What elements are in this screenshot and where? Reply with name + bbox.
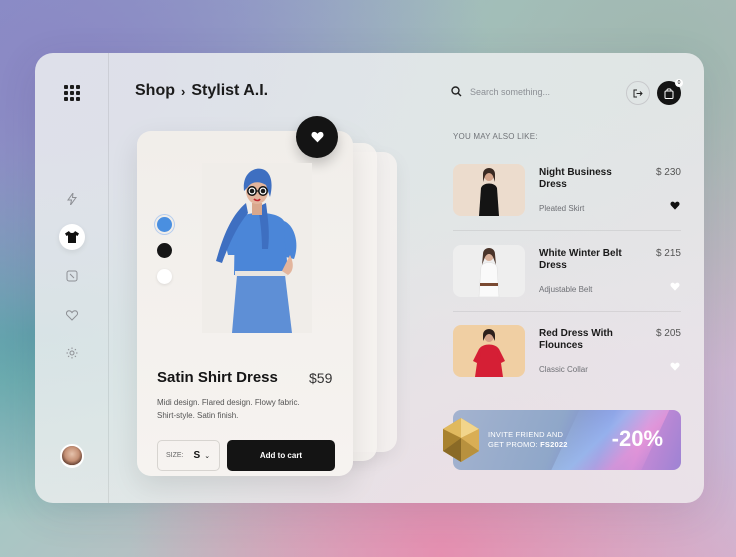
- suggestion-image: [453, 325, 525, 377]
- suggestion-item[interactable]: Red Dress With Flounces $ 205 Classic Co…: [453, 325, 681, 395]
- promo-banner[interactable]: INVITE FRIEND AND GET PROMO: FS2022 -20%: [453, 410, 681, 470]
- product-image: [202, 163, 312, 333]
- breadcrumb-separator: ›: [181, 83, 186, 99]
- avatar[interactable]: [60, 444, 84, 468]
- suggestion-price: $ 205: [655, 328, 681, 339]
- tag-icon[interactable]: [59, 263, 85, 289]
- size-select[interactable]: SIZE: S ⌄: [157, 440, 220, 471]
- suggestion-price: $ 215: [655, 248, 681, 259]
- heart-icon[interactable]: [59, 302, 85, 328]
- gear-icon[interactable]: [59, 340, 85, 366]
- product-description: Midi design. Flared design. Flowy fabric…: [157, 398, 300, 420]
- breadcrumb: Shop › Stylist A.I.: [135, 82, 268, 100]
- promo-line-2: GET PROMO:: [488, 440, 538, 449]
- promo-code: FS2022: [540, 440, 568, 449]
- size-label: SIZE:: [166, 452, 184, 459]
- suggestion-subtitle: Pleated Skirt: [539, 204, 585, 213]
- color-swatch-black[interactable]: [157, 243, 172, 258]
- tshirt-icon[interactable]: [59, 224, 85, 250]
- promo-line-1: INVITE FRIEND AND: [488, 430, 564, 439]
- logout-icon: [633, 89, 643, 97]
- suggestion-name: White Winter Belt Dress: [539, 248, 622, 271]
- search-icon: [451, 86, 462, 97]
- heart-icon[interactable]: [670, 201, 680, 213]
- suggestion-item[interactable]: White Winter Belt Dress $ 215 Adjustable…: [453, 245, 681, 315]
- suggestion-price: $ 230: [655, 167, 681, 178]
- grid-icon[interactable]: [64, 85, 80, 101]
- logout-button[interactable]: [626, 81, 650, 105]
- favorite-button[interactable]: [296, 116, 338, 158]
- sidebar: [35, 53, 109, 503]
- search-bar[interactable]: Search something...: [451, 86, 550, 97]
- suggestions-heading: YOU MAY ALSO LIKE:: [453, 132, 538, 141]
- promo-text: INVITE FRIEND AND GET PROMO: FS2022: [488, 430, 568, 450]
- gem-icon: [443, 418, 479, 462]
- divider: [453, 311, 681, 312]
- cart-count-badge: 0: [675, 79, 683, 87]
- promo-discount: -20%: [611, 426, 663, 451]
- color-swatch-blue[interactable]: [157, 217, 172, 232]
- app-panel: Shop › Stylist A.I. Search something... …: [35, 53, 704, 503]
- bag-icon: [664, 87, 674, 99]
- add-to-cart-button[interactable]: Add to cart: [227, 440, 335, 471]
- suggestion-image: [453, 164, 525, 216]
- product-price: $59: [309, 370, 333, 386]
- breadcrumb-root[interactable]: Shop: [135, 82, 175, 100]
- product-name: Satin Shirt Dress: [157, 369, 278, 386]
- heart-icon: [311, 131, 323, 143]
- suggestion-name: Red Dress With Flounces: [539, 328, 613, 351]
- cart-button[interactable]: 0: [657, 79, 683, 105]
- chevron-down-icon: ⌄: [204, 452, 211, 460]
- suggestion-item[interactable]: Night Business Dress $ 230 Pleated Skirt: [453, 164, 681, 234]
- suggestion-image: [453, 245, 525, 297]
- search-input[interactable]: Search something...: [470, 87, 550, 97]
- suggestion-name: Night Business Dress: [539, 167, 612, 190]
- suggestion-subtitle: Classic Collar: [539, 365, 588, 374]
- page-title: Stylist A.I.: [191, 82, 269, 99]
- heart-icon[interactable]: [670, 362, 680, 374]
- suggestion-subtitle: Adjustable Belt: [539, 285, 593, 294]
- size-value: S: [193, 450, 201, 461]
- color-swatch-white[interactable]: [157, 269, 172, 284]
- heart-icon[interactable]: [670, 282, 680, 294]
- lightning-icon[interactable]: [59, 186, 85, 212]
- divider: [453, 230, 681, 231]
